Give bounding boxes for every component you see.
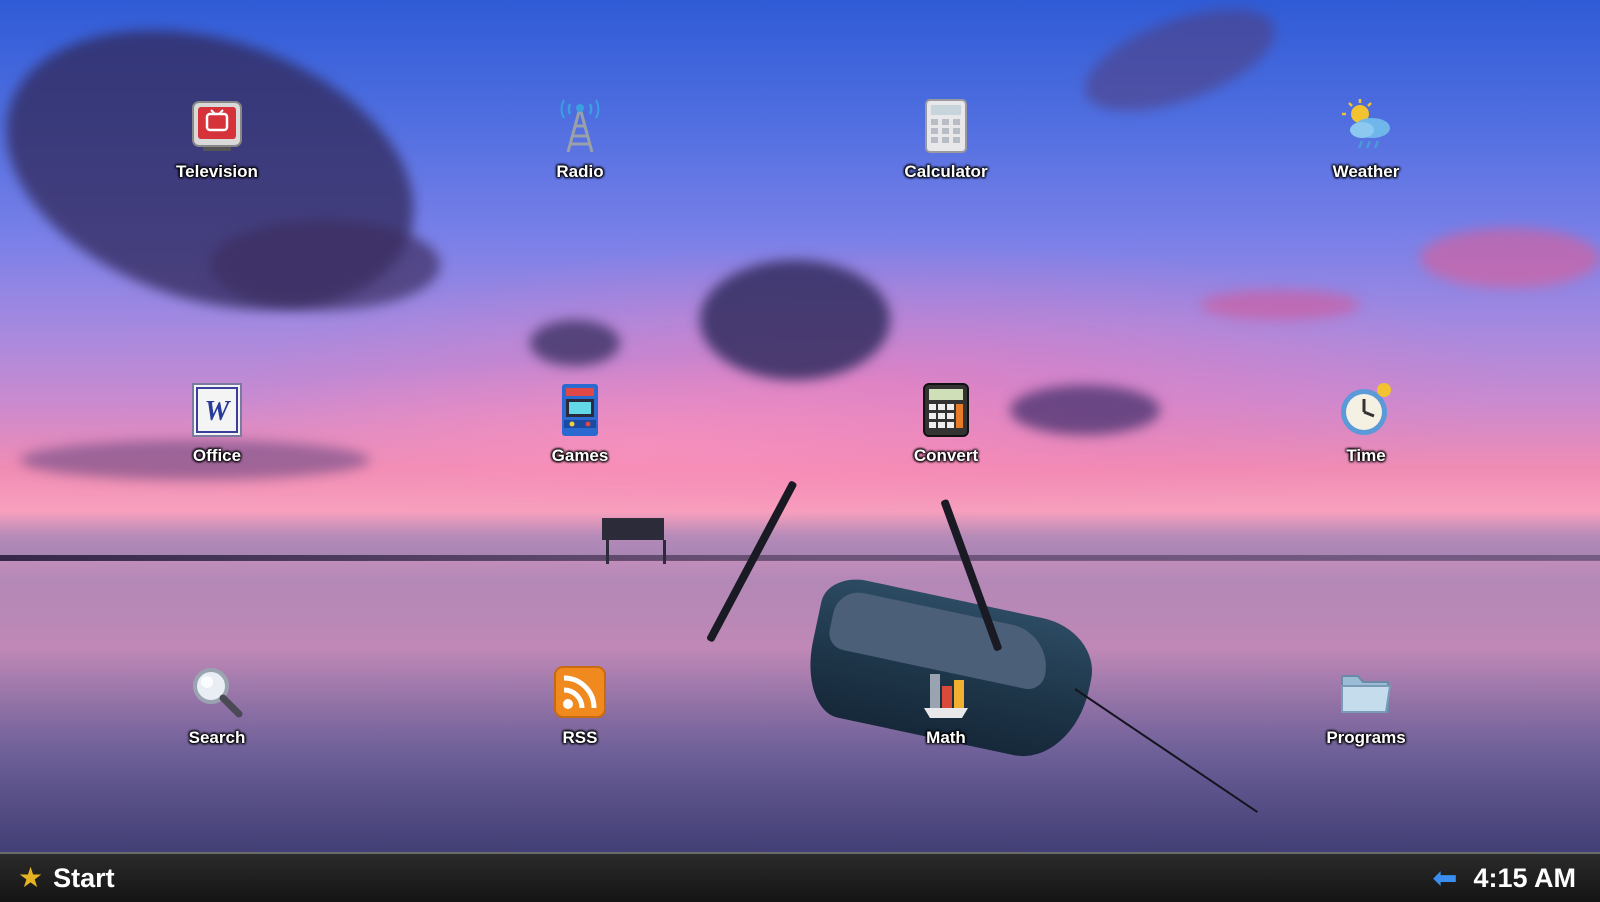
radio-tower-icon (552, 98, 608, 154)
start-label: Start (53, 862, 115, 893)
desktop-icon-radio[interactable]: Radio (510, 98, 650, 198)
desktop-icon-television[interactable]: Television (147, 98, 287, 198)
clock-icon (1338, 382, 1394, 438)
star-icon: ★ (18, 862, 44, 893)
cloud (1200, 290, 1360, 320)
desktop-icon-search[interactable]: Search (147, 664, 287, 764)
office-word-icon: W (189, 382, 245, 438)
desktop-icon-programs[interactable]: Programs (1296, 664, 1436, 764)
desktop-icon-label: Radio (556, 162, 604, 181)
desktop-icon-label: Calculator (904, 162, 988, 181)
calculator-icon (918, 98, 974, 154)
desktop-icon-label: Weather (1332, 162, 1400, 181)
cloud (1420, 228, 1600, 288)
start-button[interactable]: ★ Start (18, 860, 115, 896)
desktop-icon-rss[interactable]: RSS (510, 664, 650, 764)
taskbar: ★ Start ⬅ 4:15 AM (0, 852, 1600, 902)
desktop-icon-label: Office (192, 446, 242, 465)
desktop-icon-office[interactable]: W Office (147, 382, 287, 482)
desktop-icon-calculator[interactable]: Calculator (876, 98, 1016, 198)
rss-icon (552, 664, 608, 720)
math-chart-icon (918, 664, 974, 720)
cloud (1072, 0, 1288, 132)
horizon-line (0, 555, 1600, 561)
desktop-icon-label: Television (176, 162, 258, 181)
stilt-hut (602, 518, 664, 540)
desktop-icon-games[interactable]: Games (510, 382, 650, 482)
stilt-hut-legs (606, 540, 666, 564)
desktop-icon-label: Games (551, 446, 609, 465)
weather-icon (1338, 98, 1394, 154)
desktop-icon-math[interactable]: Math (876, 664, 1016, 764)
svg-text:W: W (205, 396, 232, 427)
cloud (700, 260, 890, 380)
cloud (530, 320, 620, 366)
desktop-icon-label: Math (926, 728, 966, 747)
desktop-icon-time[interactable]: Time (1296, 382, 1436, 482)
desktop-icon-label: Time (1346, 446, 1386, 465)
desktop-icon-label: Programs (1326, 728, 1406, 747)
desktop-icon-weather[interactable]: Weather (1296, 98, 1436, 198)
desktop-icon-label: Search (188, 728, 246, 747)
system-tray: ⬅ 4:15 AM (1432, 860, 1576, 896)
television-icon (189, 98, 245, 154)
arcade-games-icon (552, 382, 608, 438)
desktop-icon-label: RSS (562, 728, 598, 747)
magnifier-icon (189, 664, 245, 720)
folder-icon (1338, 664, 1394, 720)
convert-calculator-icon (918, 382, 974, 438)
desktop-icon-label: Convert (913, 446, 979, 465)
cloud (210, 220, 440, 310)
desktop-icon-convert[interactable]: Convert (876, 382, 1016, 482)
back-arrow-icon[interactable]: ⬅ (1432, 861, 1457, 896)
cloud (1010, 385, 1160, 435)
taskbar-clock: 4:15 AM (1473, 862, 1576, 893)
